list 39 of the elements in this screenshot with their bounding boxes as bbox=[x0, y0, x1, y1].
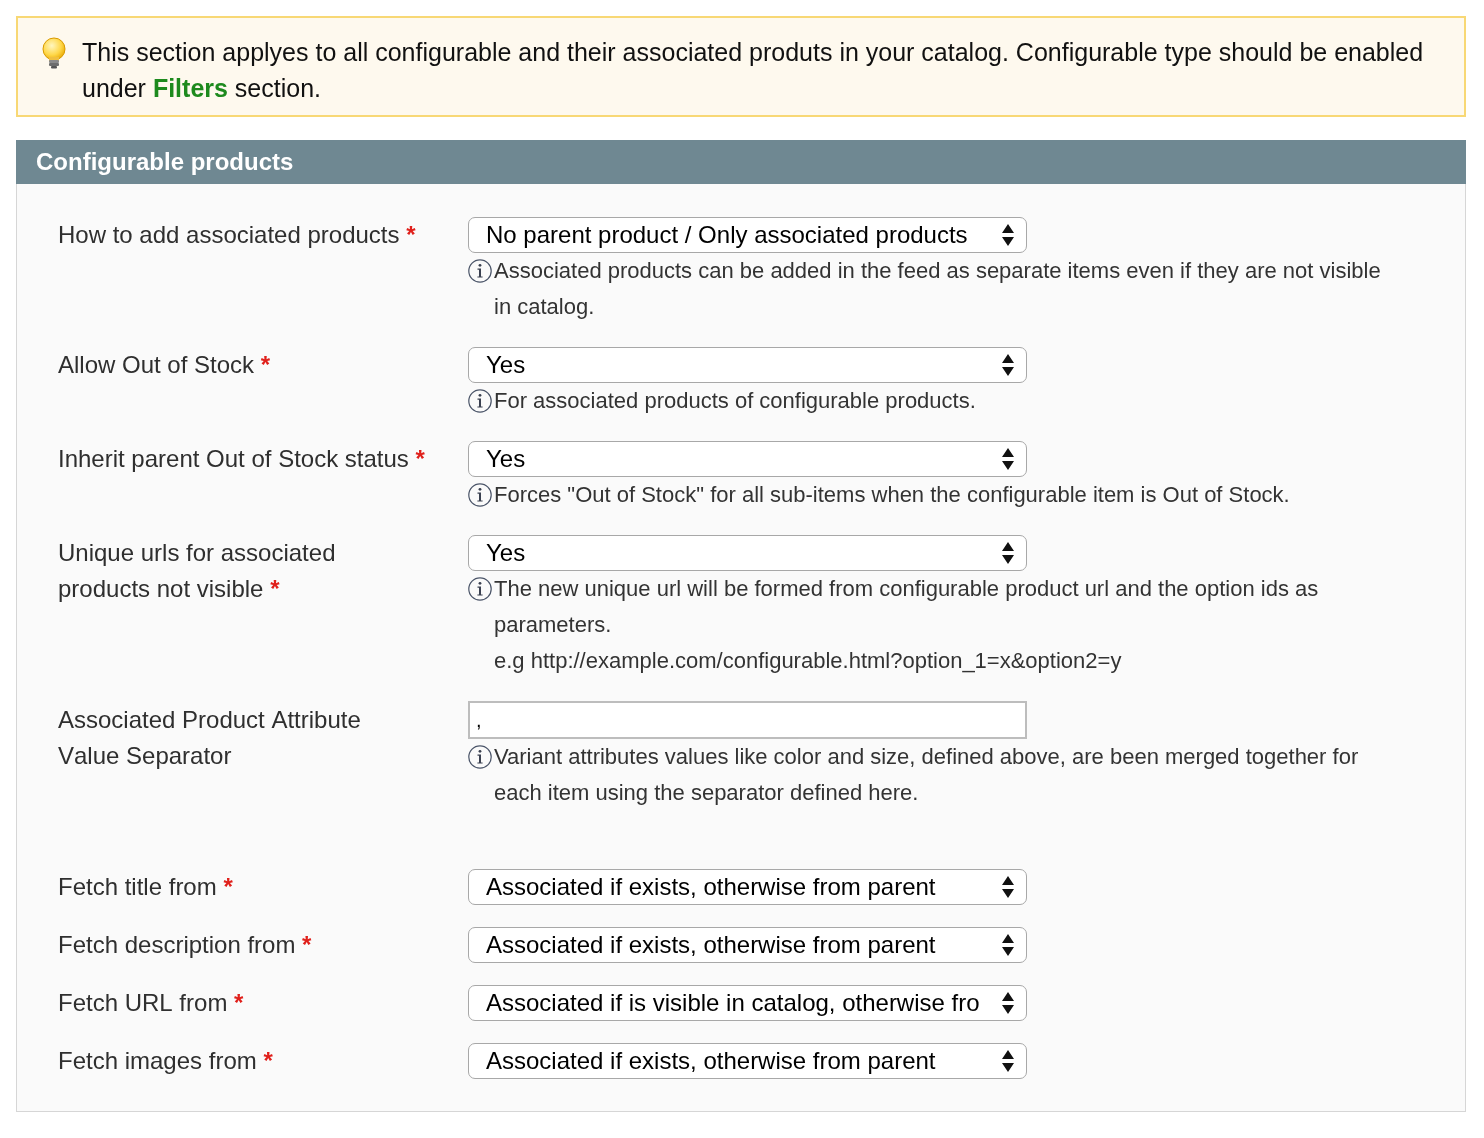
section-header: Configurable products bbox=[16, 140, 1466, 184]
field-label: Fetch description from * bbox=[58, 931, 312, 958]
dropdown[interactable]: Associated if is visible in catalog, otherwise fro bbox=[468, 985, 1027, 1021]
up-down-arrows-icon bbox=[1002, 934, 1014, 956]
info-icon bbox=[468, 483, 492, 507]
field-label: Unique urls for associated products not visible * bbox=[58, 539, 336, 602]
up-down-arrows-icon bbox=[1002, 354, 1014, 376]
field-label: Associated Product Attribute Value Separator bbox=[58, 706, 361, 769]
help-text: Forces "Out of Stock" for all sub-items when the configurable item is Out of Stock. bbox=[494, 481, 1291, 509]
help-text: Associated products can be added in the feed as separate items even if they are not visible in catalog. bbox=[494, 257, 1382, 321]
help-text: e.g http://example.com/configurable.html?option_1=x&option2=y bbox=[494, 647, 1123, 675]
up-down-arrows-icon bbox=[1002, 448, 1014, 470]
field-label: Fetch title from * bbox=[58, 873, 233, 900]
field-label: Inherit parent Out of Stock status * bbox=[58, 445, 425, 472]
help-text: For associated products of configurable products. bbox=[494, 387, 977, 415]
up-down-arrows-icon bbox=[1002, 876, 1014, 898]
field-label: How to add associated products * bbox=[58, 221, 416, 248]
help-text: The new unique url will be formed from configurable product url and the option ids as parameters. bbox=[494, 575, 1320, 639]
info-icon bbox=[468, 259, 492, 283]
up-down-arrows-icon bbox=[1002, 542, 1014, 564]
dropdown[interactable]: Associated if exists, otherwise from parent bbox=[468, 1043, 1027, 1079]
field-label: Fetch images from * bbox=[58, 1047, 273, 1074]
field-label: Fetch URL from * bbox=[58, 989, 244, 1016]
dropdown[interactable]: Associated if exists, otherwise from parent bbox=[468, 869, 1027, 905]
dropdown[interactable]: Yes bbox=[468, 535, 1027, 571]
info-icon bbox=[468, 745, 492, 769]
dropdown[interactable]: Associated if exists, otherwise from parent bbox=[468, 927, 1027, 963]
up-down-arrows-icon bbox=[1002, 1050, 1014, 1072]
info-icon bbox=[468, 577, 492, 601]
field-label: Allow Out of Stock * bbox=[58, 351, 271, 378]
notice-text: This section applyes to all configurable and their associated produts in your catalog. Configurable type should be enabled under Filters section. bbox=[82, 37, 1425, 104]
up-down-arrows-icon bbox=[1002, 992, 1014, 1014]
dropdown[interactable]: Yes bbox=[468, 347, 1027, 383]
help-text: Variant attributes values like color and size, defined above, are been merged together for each item using the separator defined here. bbox=[494, 743, 1360, 807]
dropdown[interactable]: No parent product / Only associated products bbox=[468, 217, 1027, 253]
dropdown[interactable]: Yes bbox=[468, 441, 1027, 477]
text-field[interactable]: , bbox=[468, 701, 1027, 739]
info-icon bbox=[468, 389, 492, 413]
up-down-arrows-icon bbox=[1002, 224, 1014, 246]
